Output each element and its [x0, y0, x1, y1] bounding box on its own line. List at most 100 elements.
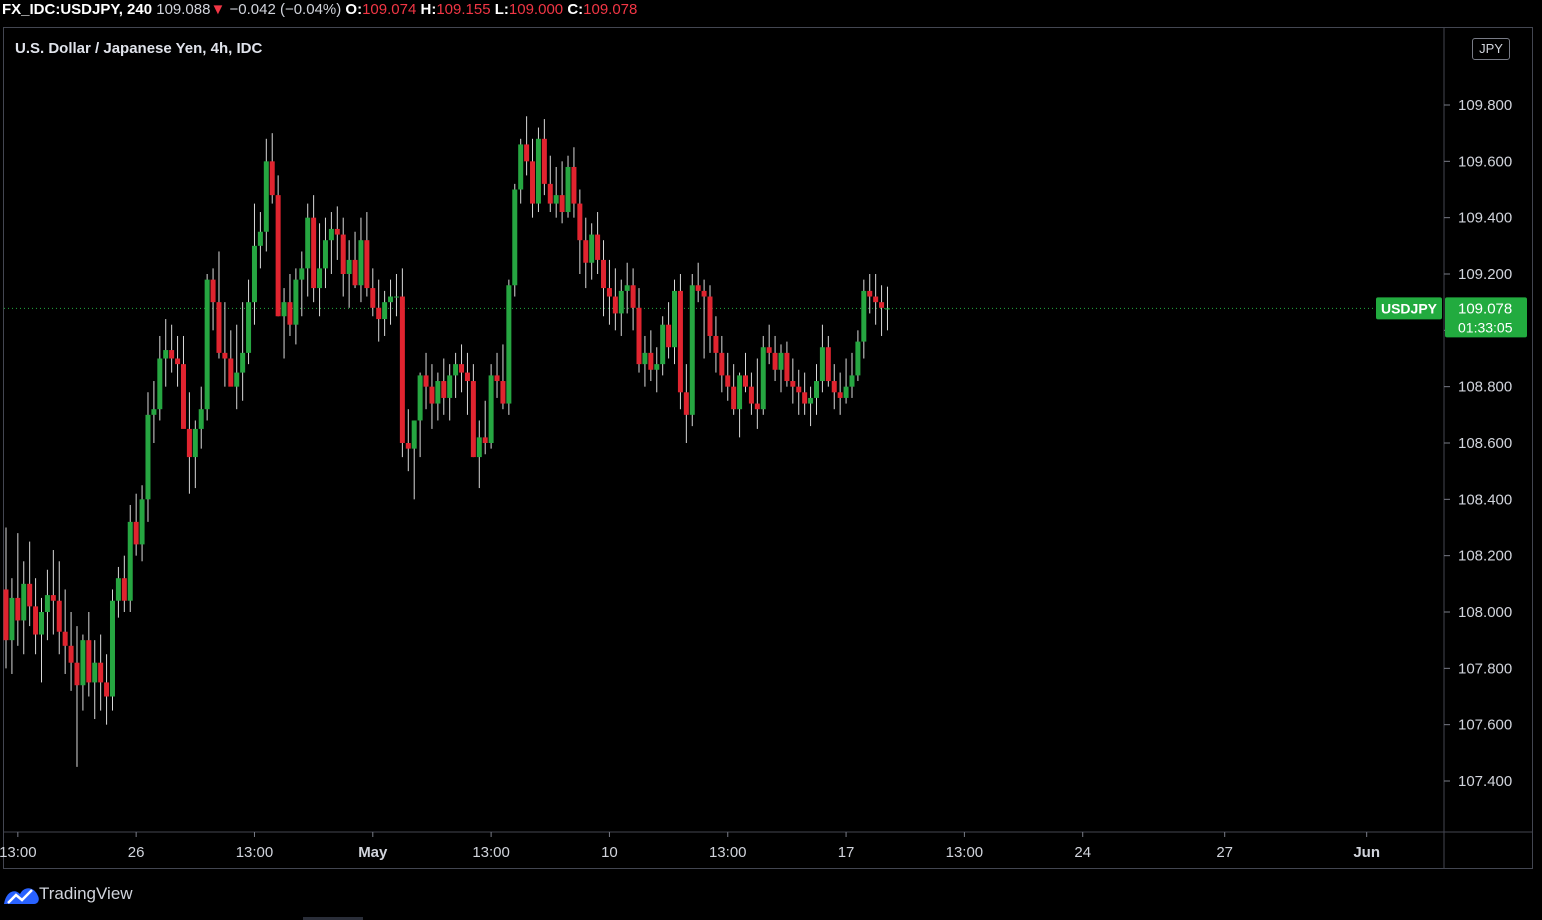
- candle-body: [459, 364, 465, 373]
- candle-body: [293, 279, 299, 325]
- candle-body: [583, 240, 589, 263]
- candle-body: [648, 352, 654, 370]
- candle-body: [50, 595, 56, 601]
- candle-body: [246, 302, 252, 353]
- candle-body: [861, 290, 867, 342]
- candle-body: [175, 358, 181, 365]
- candle-body: [382, 302, 388, 320]
- price-tick-label: 108.800: [1458, 379, 1512, 396]
- candle-body: [92, 662, 98, 683]
- candle-body: [198, 409, 204, 429]
- candle-body: [589, 234, 595, 263]
- time-tick-label: May: [358, 844, 388, 861]
- candle-body: [743, 375, 748, 387]
- time-tick-label: 13:00: [236, 844, 274, 861]
- candle-body: [115, 578, 121, 601]
- candle-body: [275, 195, 281, 317]
- candle-body: [222, 352, 228, 359]
- candle-body: [707, 296, 713, 336]
- chart-title: U.S. Dollar / Japanese Yen, 4h, IDC: [15, 40, 263, 57]
- candle-body: [737, 375, 743, 410]
- candle-body: [281, 302, 287, 317]
- candle-body: [3, 589, 9, 641]
- candle-body: [423, 375, 429, 387]
- candle-body: [488, 375, 494, 443]
- candle-body: [453, 364, 459, 376]
- candle-body: [719, 352, 725, 376]
- candle-body: [754, 403, 760, 410]
- candle-body: [334, 228, 340, 235]
- candle-body: [340, 234, 346, 274]
- candle-body: [109, 600, 115, 697]
- price-tick-label: 108.200: [1458, 548, 1512, 565]
- candle-body: [855, 341, 861, 376]
- candle-body: [760, 347, 766, 410]
- candle-body: [405, 443, 411, 449]
- candle-body: [884, 308, 890, 310]
- candle-body: [169, 350, 175, 359]
- time-tick-label: 10: [601, 844, 618, 861]
- candle-body: [831, 381, 837, 393]
- tradingview-brand[interactable]: TradingView: [39, 884, 133, 904]
- candle-body: [86, 640, 92, 683]
- candle-body: [577, 203, 583, 241]
- time-tick-label: 13:00: [472, 844, 510, 861]
- candle-body: [27, 583, 33, 607]
- candle-body: [358, 240, 364, 286]
- candle-body: [565, 166, 571, 213]
- candle-body: [790, 381, 796, 387]
- candle-body: [535, 138, 541, 204]
- candle-body: [240, 352, 246, 373]
- candle-body: [843, 386, 849, 398]
- tradingview-logo-icon[interactable]: [4, 882, 40, 906]
- candle-body: [731, 386, 737, 410]
- candlestick-chart[interactable]: 107.400 107.600 107.800 108.000 108.200 108.4…: [0, 0, 1542, 870]
- candle-body: [819, 347, 825, 382]
- candle-body: [470, 381, 476, 458]
- candle-body: [541, 138, 547, 184]
- candle-body: [145, 414, 151, 500]
- candle-body: [796, 386, 802, 393]
- candle-body: [748, 386, 754, 404]
- time-tick-label: 13:00: [946, 844, 984, 861]
- candle-body: [104, 682, 110, 697]
- candle-body: [311, 217, 317, 289]
- currency-badge[interactable]: JPY: [1472, 38, 1510, 60]
- last-price-value: 109.078: [1458, 300, 1512, 317]
- candle-body: [80, 640, 86, 686]
- candle-body: [772, 352, 778, 370]
- candle-body: [388, 296, 394, 303]
- candle-body: [204, 279, 210, 410]
- candle-body: [524, 144, 530, 162]
- candle-body: [571, 166, 577, 204]
- candle-body: [56, 600, 62, 632]
- candle-body: [317, 268, 323, 289]
- candle-body: [612, 296, 618, 314]
- candle-body: [494, 375, 500, 382]
- candle-body: [879, 302, 885, 308]
- candle-body: [417, 375, 423, 421]
- candle-body: [180, 364, 186, 429]
- candle-body: [512, 189, 518, 286]
- symbol-price-badge-label: USDJPY: [1381, 300, 1438, 316]
- candle-body: [672, 290, 678, 348]
- price-tick-label: 107.400: [1458, 773, 1512, 790]
- candle-body: [429, 386, 435, 404]
- candle-body: [68, 645, 74, 663]
- candle-body: [677, 290, 683, 393]
- candle-body: [121, 578, 127, 601]
- price-tick-label: 107.800: [1458, 660, 1512, 677]
- candle-body: [411, 420, 417, 449]
- candle-body: [133, 521, 139, 545]
- candle-body: [802, 392, 808, 404]
- candle-body: [530, 161, 536, 204]
- candle-body: [601, 259, 607, 289]
- candle-body: [559, 195, 565, 213]
- price-tick-label: 109.200: [1458, 266, 1512, 283]
- candle-body: [186, 428, 192, 458]
- candle-body: [228, 358, 234, 387]
- candle-body: [660, 324, 666, 365]
- bar-countdown: 01:33:05: [1458, 319, 1513, 335]
- time-tick-label: 13:00: [0, 844, 37, 861]
- candle-body: [9, 597, 15, 641]
